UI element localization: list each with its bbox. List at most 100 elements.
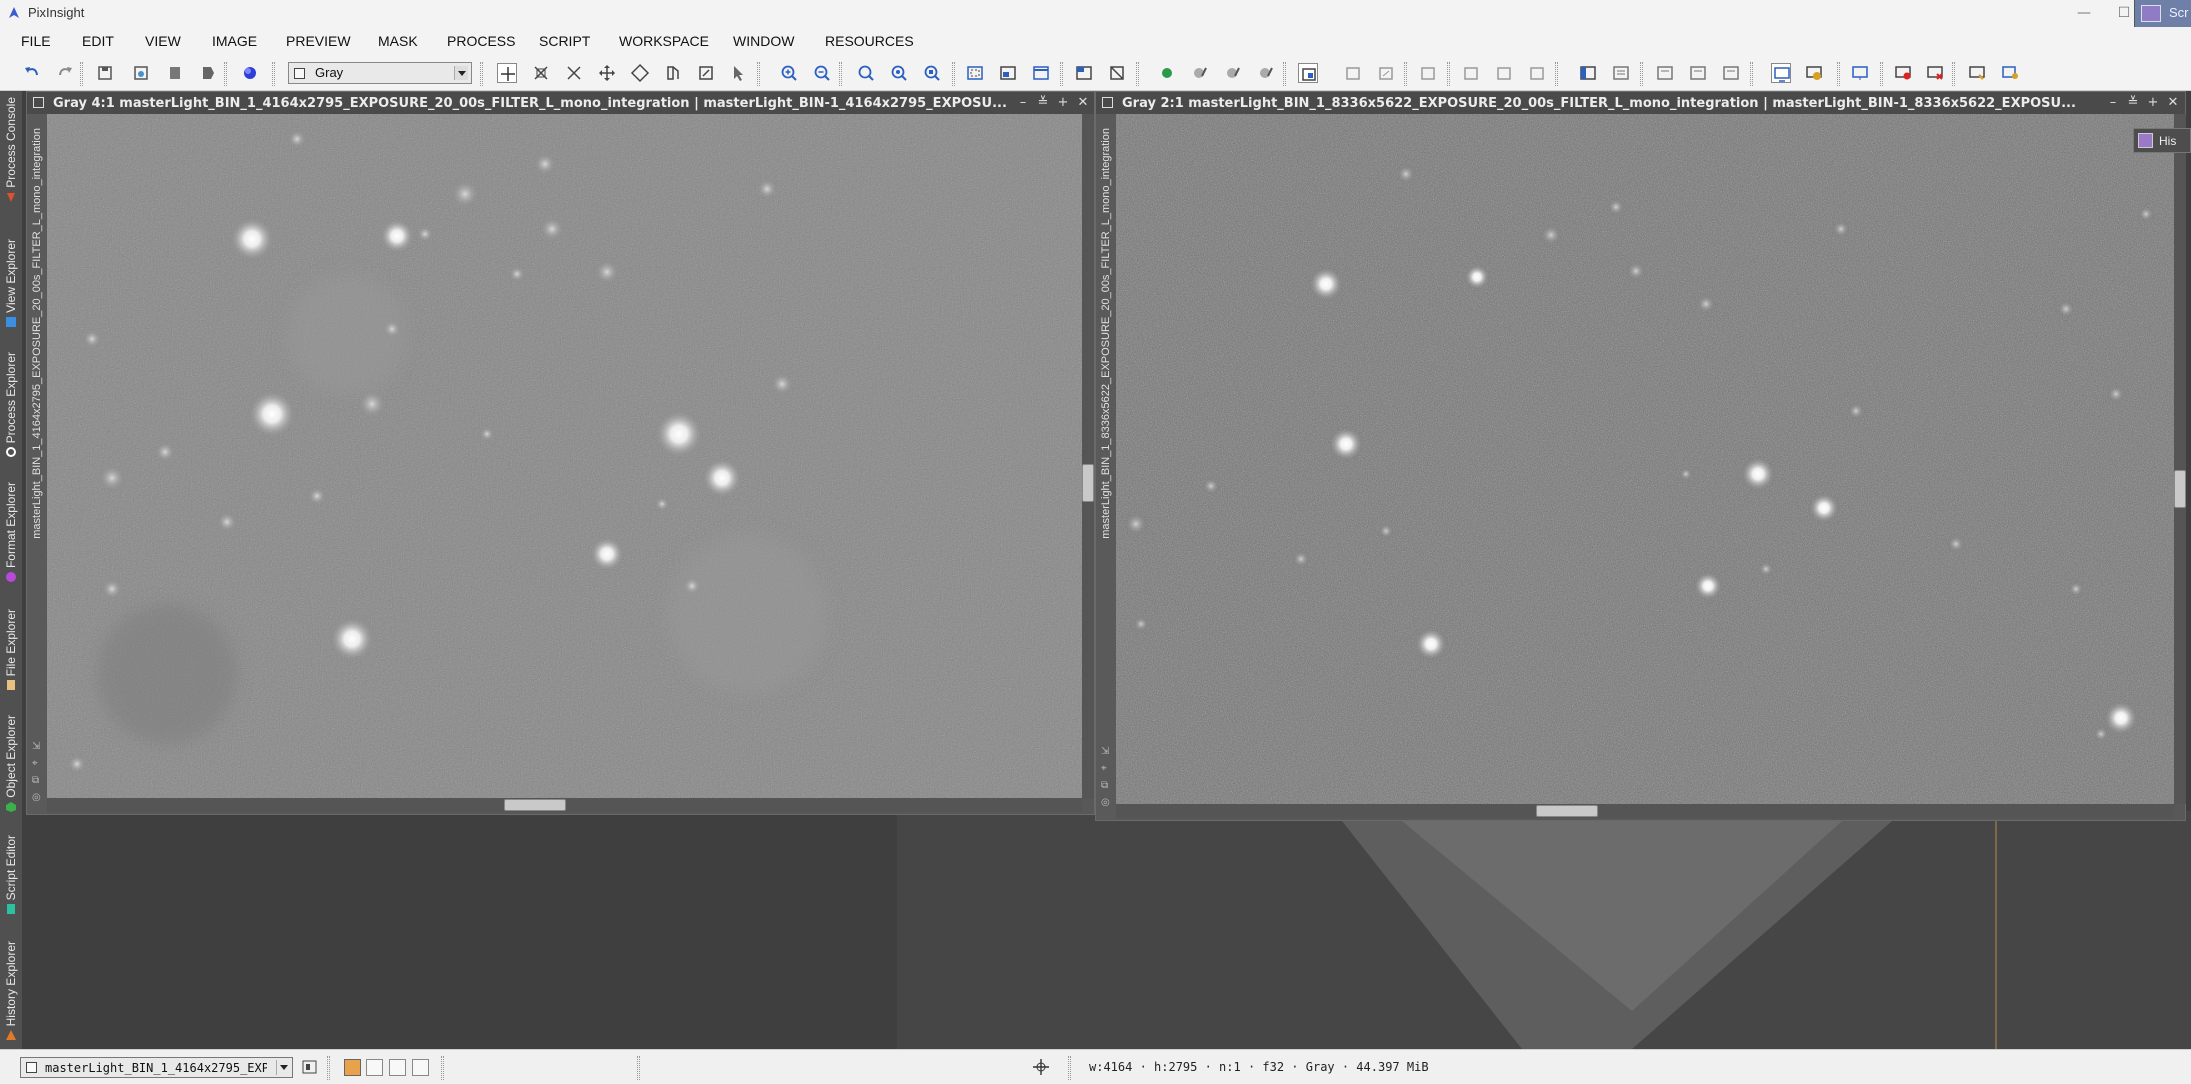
save-as-icon[interactable] (131, 63, 151, 83)
horizontal-scrollbar[interactable] (47, 798, 1082, 812)
grid-view-toggle[interactable] (412, 1059, 429, 1076)
screenshot-icon[interactable] (1804, 63, 1824, 83)
chevron-down-icon[interactable] (454, 66, 468, 80)
close-image-icon[interactable] (165, 63, 185, 83)
zoom-to-window-icon[interactable] (564, 63, 584, 83)
pause-icon[interactable] (1925, 63, 1945, 83)
window-system-icon[interactable] (1102, 97, 1113, 108)
settings-icon[interactable] (2000, 63, 2020, 83)
menu-preview[interactable]: PREVIEW (286, 33, 351, 49)
horizontal-scroll-thumb[interactable] (504, 799, 566, 811)
mask-icon[interactable]: ⇲ (1101, 747, 1111, 757)
tab-history-explorer[interactable]: History Explorer (0, 925, 22, 1045)
window-maximize-icon[interactable] (1031, 63, 1051, 83)
minimize-window-button[interactable]: — (2072, 2, 2096, 24)
redo-icon[interactable] (55, 63, 75, 83)
new-process-icon[interactable] (1157, 63, 1177, 83)
output-window-icon[interactable] (1850, 63, 1870, 83)
vertical-scrollbar[interactable] (1082, 114, 1094, 799)
tab-format-explorer[interactable]: Format Explorer (0, 467, 22, 587)
menu-edit[interactable]: EDIT (82, 33, 114, 49)
tab-script-editor[interactable]: Script Editor (0, 819, 22, 919)
window-minimize-button[interactable]: – (1014, 94, 1032, 112)
mask-remove-icon[interactable] (1418, 63, 1438, 83)
image-window-1-titlebar[interactable]: Gray 4:1 masterLight_BIN_1_4164x2795_EXP… (27, 92, 1094, 114)
vertical-scroll-thumb[interactable] (2174, 470, 2186, 508)
pin-icon[interactable]: ⌖ (32, 759, 42, 769)
zoom-optimal-icon[interactable] (889, 63, 909, 83)
zoom-out-icon[interactable] (812, 63, 832, 83)
tile-windows-icon[interactable] (1074, 63, 1094, 83)
duplicate-icon[interactable] (198, 63, 218, 83)
menu-image[interactable]: IMAGE (212, 33, 257, 49)
menu-process[interactable]: PROCESS (447, 33, 515, 49)
window-shade-button[interactable]: ≚ (1034, 94, 1052, 112)
image-window-1[interactable]: Gray 4:1 masterLight_BIN_1_4164x2795_EXP… (26, 91, 1095, 815)
chevron-down-icon[interactable] (276, 1060, 290, 1075)
link-icon[interactable]: ⧉ (1101, 781, 1111, 791)
undo-icon[interactable] (22, 63, 42, 83)
stf-link-icon[interactable] (1494, 63, 1514, 83)
settings-icon[interactable]: ◎ (1101, 798, 1111, 808)
center-icon[interactable] (630, 63, 650, 83)
tab-view-explorer[interactable]: View Explorer (0, 218, 22, 332)
link-icon[interactable]: ⧉ (32, 776, 42, 786)
tab-object-explorer[interactable]: Object Explorer (0, 697, 22, 817)
menu-view[interactable]: VIEW (145, 33, 181, 49)
window-close-button[interactable]: ✕ (2164, 94, 2182, 112)
track-view-toggle[interactable] (344, 1059, 361, 1076)
save-icon[interactable] (95, 63, 115, 83)
select-pointer-icon[interactable] (728, 63, 748, 83)
process-apply-icon[interactable] (1256, 63, 1276, 83)
explorer-window-icon[interactable] (1578, 63, 1598, 83)
menu-resources[interactable]: RESOURCES (825, 33, 914, 49)
console-window-icon[interactable] (1688, 63, 1708, 83)
view-selector[interactable]: masterLight_BIN_1_4164x2795_EXPOSURE_20_… (20, 1057, 293, 1078)
mask-enable-icon[interactable] (1343, 63, 1363, 83)
window-maximize-button[interactable]: + (2144, 94, 2162, 112)
color-space-select[interactable]: Gray (288, 62, 472, 84)
menu-window[interactable]: WINDOW (733, 33, 794, 49)
horizontal-scroll-thumb[interactable] (1536, 805, 1598, 817)
histogram-panel-tab[interactable]: His (2133, 128, 2191, 153)
tab-process-console[interactable]: Process Console (0, 93, 22, 207)
global-preferences-icon[interactable] (1967, 63, 1987, 83)
monitor-icon[interactable] (1771, 63, 1791, 83)
preview-edit-icon[interactable] (696, 63, 716, 83)
process-window-icon[interactable] (1611, 63, 1631, 83)
mask-show-icon[interactable] (1298, 63, 1318, 83)
menu-mask[interactable]: MASK (378, 33, 418, 49)
tab-process-explorer[interactable]: Process Explorer (0, 335, 22, 462)
stf-reset-icon[interactable] (1527, 63, 1547, 83)
new-preview-icon[interactable] (663, 63, 683, 83)
window-maximize-button[interactable]: + (1054, 94, 1072, 112)
pin-icon[interactable]: ⌖ (1101, 764, 1111, 774)
readout-mode-icon[interactable] (497, 63, 517, 83)
image-window-2-titlebar[interactable]: Gray 2:1 masterLight_BIN_1_8336x5622_EXP… (1096, 92, 2185, 114)
stf-icon[interactable] (1461, 63, 1481, 83)
script-panel-tab[interactable]: Scr (2134, 0, 2191, 27)
fit-window-icon[interactable] (965, 63, 985, 83)
zoom-fit-view-icon[interactable] (922, 63, 942, 83)
rgb-channels-icon[interactable] (240, 63, 260, 83)
window-shade-button[interactable]: ≚ (2124, 94, 2142, 112)
menu-workspace[interactable]: WORKSPACE (619, 33, 709, 49)
settings-icon[interactable]: ◎ (32, 793, 42, 803)
mask-view-toggle[interactable] (366, 1059, 383, 1076)
history-window-icon[interactable] (1655, 63, 1675, 83)
zoom-in-icon[interactable] (779, 63, 799, 83)
zoom-1-1-icon[interactable] (856, 63, 876, 83)
horizontal-scrollbar[interactable] (1116, 804, 2174, 818)
image-2-canvas[interactable] (1116, 114, 2174, 804)
cascade-windows-icon[interactable] (1107, 63, 1127, 83)
window-minimize-button[interactable]: – (2104, 94, 2122, 112)
maximize-window-button[interactable]: ☐ (2112, 2, 2136, 24)
image-1-canvas[interactable] (47, 114, 1082, 799)
pan-icon[interactable] (597, 63, 617, 83)
image-window-2[interactable]: Gray 2:1 masterLight_BIN_1_8336x5622_EXP… (1095, 91, 2186, 821)
crosshair-icon[interactable] (1032, 1058, 1050, 1076)
stf-view-toggle[interactable] (389, 1059, 406, 1076)
menu-script[interactable]: SCRIPT (539, 33, 590, 49)
zoom-fit-icon[interactable] (531, 63, 551, 83)
mask-icon[interactable]: ⇲ (32, 742, 42, 752)
